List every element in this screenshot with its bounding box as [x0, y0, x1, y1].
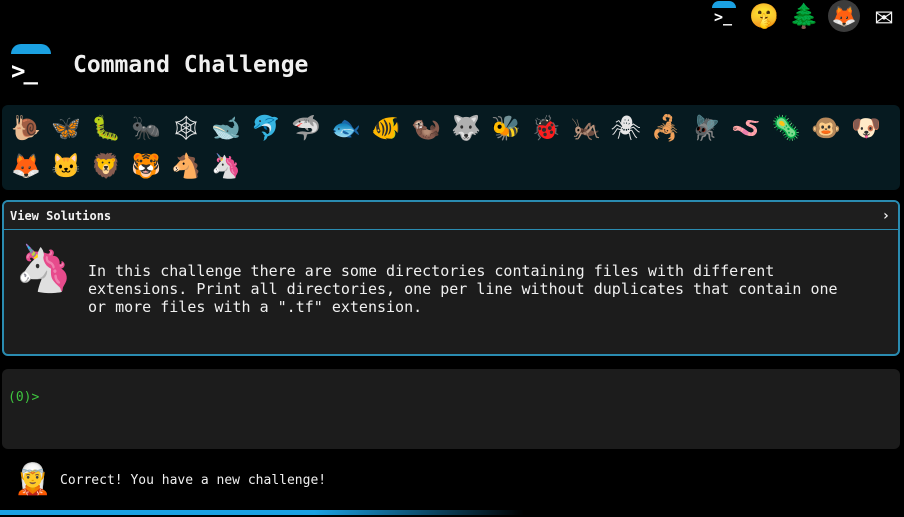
status-message: 🧝 Correct! You have a new challenge!: [14, 460, 326, 500]
scorpion-icon[interactable]: 🦂: [646, 109, 686, 147]
snail-icon[interactable]: 🐌: [6, 109, 46, 147]
gitlab-icon[interactable]: 🦊: [828, 0, 860, 32]
terminal-logo-mini: >_: [709, 1, 739, 31]
spider-web-icon[interactable]: 🕸: [166, 109, 206, 147]
tropical-fish-icon[interactable]: 🐠: [366, 109, 406, 147]
horse-icon[interactable]: 🐴: [166, 147, 206, 185]
bee-icon[interactable]: 🐝: [486, 109, 526, 147]
shark-icon[interactable]: 🦈: [286, 109, 326, 147]
umbrella-shape: [11, 44, 51, 54]
otter-icon[interactable]: 🦦: [406, 109, 446, 147]
fly-icon[interactable]: 🪰: [686, 109, 726, 147]
wolf-icon[interactable]: 🐺: [446, 109, 486, 147]
fox-icon[interactable]: 🦊: [6, 147, 46, 185]
unicorn-icon: 🦄: [15, 241, 73, 295]
challenge-text: In this challenge there are some directo…: [88, 262, 838, 316]
microbe-icon[interactable]: 🦠: [766, 109, 806, 147]
dolphin-icon[interactable]: 🐬: [246, 109, 286, 147]
page-header: >_ Command Challenge: [10, 44, 308, 86]
terminal-prompt-glyph: >_: [714, 8, 733, 26]
logo-prompt: >_: [11, 57, 38, 85]
lion-icon[interactable]: 🦁: [86, 147, 126, 185]
gitlab-glyph: 🦊: [831, 4, 857, 28]
top-nav: >_ 🤫 🌲 🦊 ✉: [708, 0, 900, 32]
shushing-face-icon[interactable]: 🤫: [748, 0, 780, 32]
tree-icon[interactable]: 🌲: [788, 0, 820, 32]
cricket-icon[interactable]: 🦗: [566, 109, 606, 147]
butterfly-icon[interactable]: 🦋: [46, 109, 86, 147]
terminal-input[interactable]: [48, 390, 849, 405]
cat-icon[interactable]: 🐱: [46, 147, 86, 185]
elf-icon: 🧝: [14, 462, 52, 497]
ladybug-icon[interactable]: 🐞: [526, 109, 566, 147]
challenge-progress-animals: 🐌 🦋 🐛 🐜 🕸 🐋 🐬 🦈 🐟 🐠 🦦 🐺 🐝 🐞 🦗 🕷 🦂 🪰 🪱 🦠 🐵 🐶 🦊 🐱 🦁 🐯 🐴 🦄: [2, 105, 900, 190]
monkey-icon[interactable]: 🐵: [806, 109, 846, 147]
whale-icon[interactable]: 🐋: [206, 109, 246, 147]
terminal-icon[interactable]: >_: [708, 0, 740, 32]
spider-icon[interactable]: 🕷: [606, 109, 646, 147]
terminal-prompt: (0)>: [8, 390, 40, 405]
chevron-right-icon: ›: [881, 207, 890, 224]
ant-icon[interactable]: 🐜: [126, 109, 166, 147]
terminal[interactable]: (0)>: [2, 369, 900, 449]
view-solutions-label: View Solutions: [10, 208, 112, 223]
worm-icon[interactable]: 🪱: [726, 109, 766, 147]
challenge-description: 🦄 In this challenge there are some direc…: [4, 230, 898, 324]
status-text: Correct! You have a new challenge!: [60, 472, 327, 488]
tiger-icon[interactable]: 🐯: [126, 147, 166, 185]
view-solutions-toggle[interactable]: View Solutions ›: [4, 202, 898, 230]
solutions-panel: View Solutions › 🦄 In this challenge the…: [2, 200, 900, 356]
progress-fill: [0, 510, 525, 515]
fish-icon[interactable]: 🐟: [326, 109, 366, 147]
mail-icon[interactable]: ✉: [868, 0, 900, 32]
unicorn-icon[interactable]: 🦄: [206, 147, 246, 185]
command-challenge-logo[interactable]: >_: [10, 44, 52, 86]
dog-icon[interactable]: 🐶: [846, 109, 886, 147]
page-title: Command Challenge: [73, 52, 309, 78]
progress-bar: [0, 510, 904, 515]
caterpillar-icon[interactable]: 🐛: [86, 109, 126, 147]
umbrella-shape: [712, 1, 736, 8]
